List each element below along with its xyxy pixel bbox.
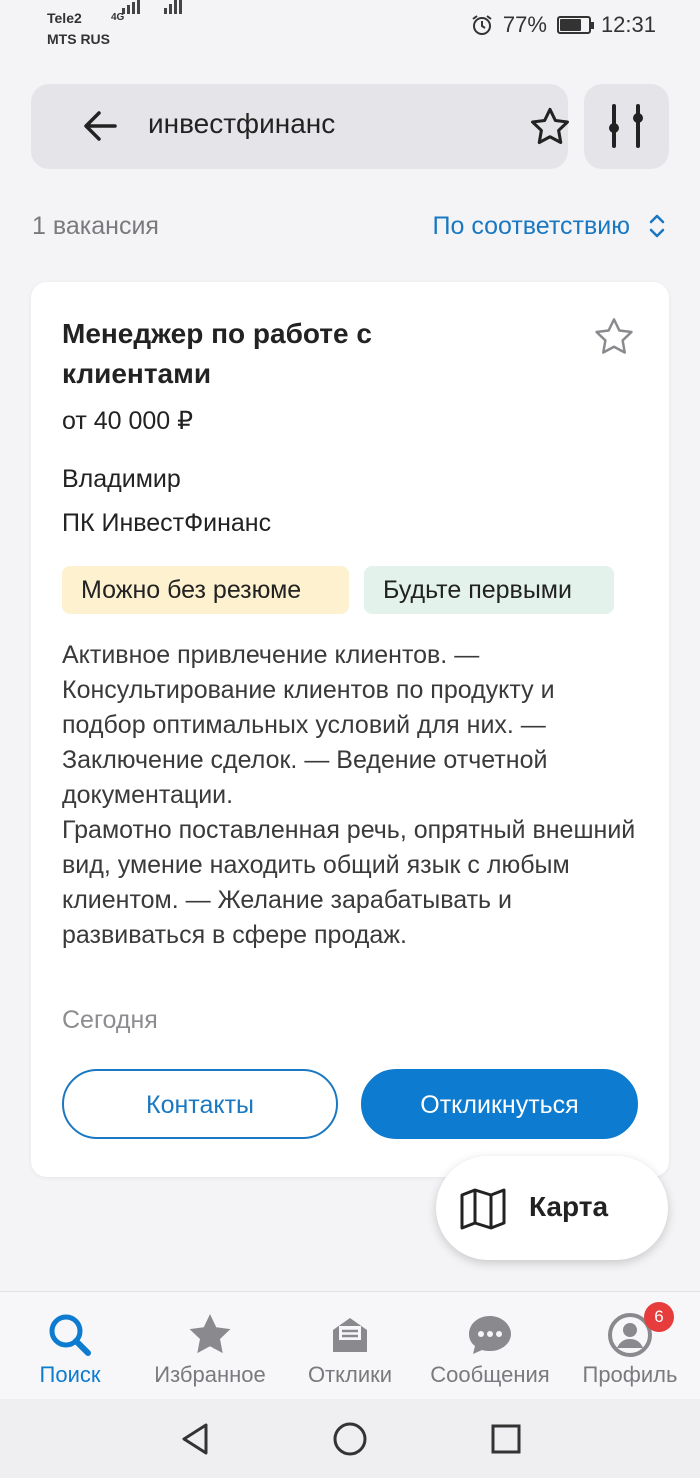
envelope-icon bbox=[333, 1318, 367, 1352]
system-navigation-bar bbox=[0, 1399, 700, 1478]
tag-be-first: Будьте первыми bbox=[364, 566, 614, 614]
bottom-nav: Поиск Избранное Отклики Сообщения 6 Проф… bbox=[0, 1291, 700, 1399]
status-bar: Tele2 MTS RUS 4G 77% 12:31 bbox=[0, 0, 700, 60]
company-name: ПК ИнвестФинанс bbox=[62, 509, 272, 537]
apply-button[interactable]: Откликнуться bbox=[361, 1069, 638, 1139]
map-label: Карта bbox=[529, 1191, 609, 1222]
search-bar[interactable]: инвестфинанс bbox=[31, 84, 569, 169]
save-search-star-icon[interactable] bbox=[527, 104, 573, 150]
map-icon bbox=[460, 1188, 506, 1230]
contacts-button[interactable]: Контакты bbox=[62, 1069, 338, 1139]
filter-sliders-icon bbox=[609, 104, 643, 148]
status-right: 77% 12:31 bbox=[471, 12, 656, 38]
clock: 12:31 bbox=[600, 12, 656, 37]
contact-person: Владимир bbox=[62, 465, 181, 493]
nav-search[interactable]: Поиск bbox=[0, 1292, 140, 1400]
search-input[interactable]: инвестфинанс bbox=[148, 108, 335, 140]
vacancy-salary: от 40 000 ₽ bbox=[62, 407, 194, 435]
nav-messages[interactable]: Сообщения bbox=[420, 1292, 560, 1400]
battery-icon bbox=[556, 16, 594, 34]
system-recents-icon[interactable] bbox=[489, 1421, 523, 1457]
battery-percent: 77% bbox=[502, 12, 547, 37]
favorite-star-icon[interactable] bbox=[591, 314, 637, 360]
map-button[interactable]: Карта bbox=[436, 1156, 668, 1260]
system-home-icon[interactable] bbox=[332, 1421, 368, 1457]
carrier-info: Tele2 MTS RUS bbox=[47, 8, 110, 50]
carrier-2: MTS RUS bbox=[47, 31, 110, 47]
sort-chevrons-icon[interactable] bbox=[647, 211, 667, 241]
nav-profile-label: Профиль bbox=[582, 1362, 678, 1387]
sort-selector[interactable]: По соответствию bbox=[433, 212, 631, 241]
nav-favorites[interactable]: Избранное bbox=[140, 1292, 280, 1400]
nav-responses[interactable]: Отклики bbox=[280, 1292, 420, 1400]
nav-responses-label: Отклики bbox=[307, 1362, 393, 1387]
system-back-icon[interactable] bbox=[178, 1421, 212, 1457]
alarm-icon bbox=[472, 15, 492, 35]
vacancy-card[interactable]: Менеджер по работе с клиентами от 40 000… bbox=[31, 282, 669, 1177]
nav-messages-label: Сообщения bbox=[430, 1362, 550, 1387]
tag-no-resume: Можно без резюме bbox=[62, 566, 349, 614]
vacancy-description: Активное привлечение клиентов. — Консуль… bbox=[62, 641, 636, 949]
vacancy-title[interactable]: Менеджер по работе с клиентами bbox=[62, 314, 522, 394]
nav-search-label: Поиск bbox=[39, 1362, 101, 1387]
filter-button[interactable] bbox=[584, 84, 669, 169]
nav-favorites-label: Избранное bbox=[154, 1362, 266, 1387]
nav-profile[interactable]: 6 Профиль bbox=[560, 1292, 700, 1400]
carrier-1: Tele2 bbox=[47, 10, 82, 26]
search-icon bbox=[49, 1314, 91, 1356]
results-count: 1 вакансия bbox=[32, 212, 159, 240]
profile-notification-badge: 6 bbox=[644, 1302, 674, 1332]
back-arrow-icon[interactable] bbox=[81, 107, 119, 145]
publish-date: Сегодня bbox=[62, 1006, 158, 1034]
star-icon bbox=[189, 1314, 231, 1354]
network-type: 4G bbox=[111, 12, 125, 23]
chat-icon bbox=[469, 1316, 511, 1354]
